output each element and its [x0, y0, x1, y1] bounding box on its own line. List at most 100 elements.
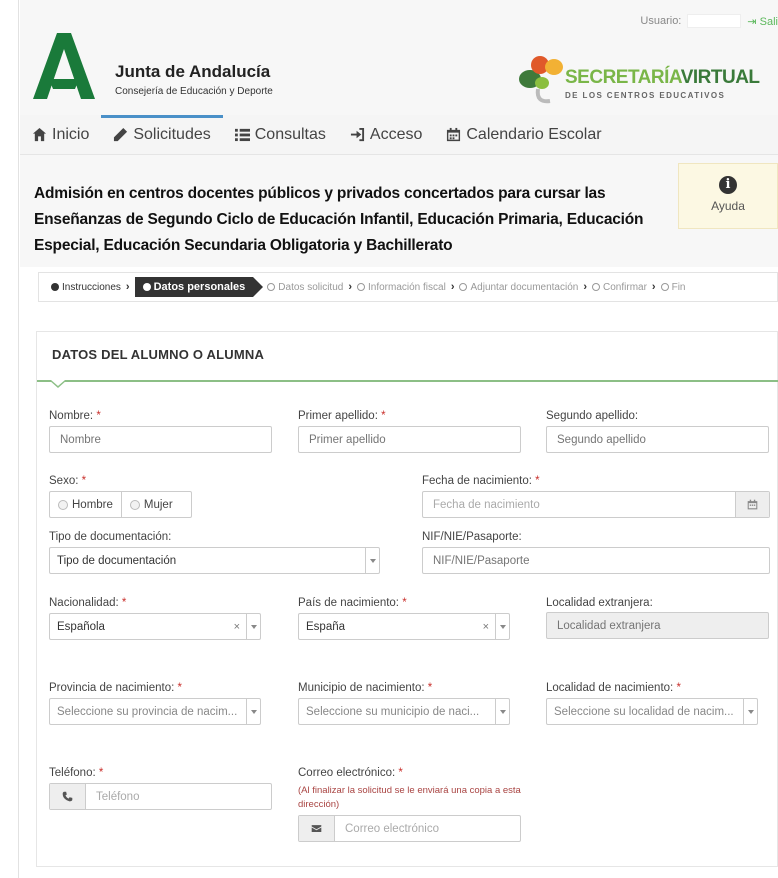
step-adjuntar-documentacion: Adjuntar documentación	[459, 282, 578, 293]
secretaria-virtual-subtitle: DE LOS CENTROS EDUCATIVOS	[565, 91, 726, 100]
nombre-input[interactable]	[49, 426, 272, 453]
localidad-nacimiento-value: Seleccione su localidad de nacim...	[554, 705, 734, 718]
clear-icon[interactable]: ×	[228, 621, 246, 633]
required-mark: *	[676, 682, 681, 694]
nav-item-consultas[interactable]: Consultas	[223, 115, 338, 155]
step-datos-personales: Datos personales	[134, 277, 263, 297]
calendar-icon[interactable]	[735, 492, 769, 517]
sexo-label-text: Sexo:	[49, 475, 79, 487]
localidad-extranjera-label: Localidad extranjera:	[546, 597, 653, 609]
org-subtitle: Consejería de Educación y Deporte	[115, 86, 273, 97]
step-label: Datos personales	[153, 281, 246, 293]
step-label: Confirmar	[603, 281, 647, 293]
tipo-documentacion-label: Tipo de documentación:	[49, 531, 172, 543]
tipo-documentacion-select[interactable]: Tipo de documentación	[49, 547, 380, 574]
fecha-nacimiento-placeholder: Fecha de nacimiento	[433, 498, 540, 511]
telefono-field[interactable]: Teléfono	[49, 783, 272, 810]
required-mark: *	[381, 410, 386, 422]
junta-andalucia-logo-icon[interactable]	[33, 33, 95, 99]
sexo-mujer-radio[interactable]: Mujer	[120, 492, 181, 517]
segundo-apellido-input[interactable]	[546, 426, 769, 453]
segundo-apellido-label: Segundo apellido:	[546, 410, 639, 422]
section-title: DATOS DEL ALUMNO O ALUMNA	[52, 347, 265, 362]
exit-icon: ⇥	[747, 15, 760, 28]
sign-in-icon	[350, 127, 364, 142]
nav-item-acceso[interactable]: Acceso	[338, 115, 434, 155]
chevron-right-icon: ›	[125, 281, 130, 293]
fecha-nacimiento-label-text: Fecha de nacimiento:	[422, 475, 532, 487]
chevron-down-icon	[495, 614, 509, 639]
user-label: Usuario:	[640, 15, 682, 27]
page-border	[18, 0, 19, 878]
required-mark: *	[402, 597, 407, 609]
provincia-nacimiento-label: Provincia de nacimiento: *	[49, 682, 182, 694]
sexo-hombre-radio[interactable]: Hombre	[50, 492, 121, 517]
chevron-down-icon	[743, 699, 757, 724]
nacionalidad-label: Nacionalidad: *	[49, 597, 126, 609]
provincia-nacimiento-select[interactable]: Seleccione su provincia de nacim...	[49, 698, 261, 725]
fecha-nacimiento-label: Fecha de nacimiento: *	[422, 475, 540, 487]
step-datos-solicitud: Datos solicitud	[267, 282, 343, 293]
municipio-nacimiento-value: Seleccione su municipio de naci...	[306, 705, 480, 718]
pais-nacimiento-label: País de nacimiento: *	[298, 597, 407, 609]
panel-header: DATOS DEL ALUMNO O ALUMNA	[37, 332, 778, 382]
clear-icon[interactable]: ×	[477, 621, 495, 633]
required-mark: *	[98, 767, 104, 779]
step-informacion-fiscal: Información fiscal	[357, 282, 446, 293]
step-fin: Fin	[660, 281, 686, 293]
help-button[interactable]: i Ayuda	[678, 163, 778, 229]
circle-icon	[459, 283, 468, 291]
correo-label-text: Correo electrónico:	[298, 767, 396, 779]
provincia-nacimiento-value: Seleccione su provincia de nacim...	[57, 705, 238, 718]
user-name-field	[687, 14, 742, 28]
required-mark: *	[96, 410, 101, 422]
radio-label: Hombre	[72, 498, 113, 511]
secretaria-virtual-title: SECRETARÍAVIRTUAL	[565, 67, 760, 89]
pencil-icon	[114, 127, 128, 142]
list-icon	[234, 128, 250, 142]
secretaria-virtual-logo-icon[interactable]	[516, 53, 568, 107]
home-icon	[32, 127, 47, 142]
correo-field[interactable]: Correo electrónico	[298, 815, 521, 842]
sv-title-part-b: VIRTUAL	[680, 67, 760, 88]
circle-icon	[357, 283, 365, 291]
sexo-radio-group: Hombre Mujer	[49, 491, 192, 518]
nombre-label-text: Nombre:	[49, 410, 94, 422]
student-data-panel: DATOS DEL ALUMNO O ALUMNA Nombre: * Prim…	[36, 331, 778, 867]
correo-note: (Al finalizar la solicitud se le enviará…	[298, 785, 521, 810]
localidad-nacimiento-select[interactable]: Seleccione su localidad de nacim...	[546, 698, 758, 725]
fecha-nacimiento-field[interactable]: Fecha de nacimiento	[422, 491, 770, 518]
provincia-nacimiento-label-text: Provincia de nacimiento:	[49, 682, 175, 694]
exit-link[interactable]: ⇥ Sali	[747, 15, 778, 28]
municipio-nacimiento-select[interactable]: Seleccione su municipio de naci...	[298, 698, 510, 725]
telefono-label: Teléfono: *	[49, 767, 103, 779]
primer-apellido-label-text: Primer apellido:	[298, 410, 378, 422]
nav-item-label: Consultas	[254, 125, 326, 143]
nav-item-solicitudes[interactable]: Solicitudes	[101, 114, 224, 155]
chevron-right-icon: ›	[450, 281, 455, 293]
chevron-down-icon	[365, 548, 379, 573]
correo-placeholder: Correo electrónico	[345, 822, 439, 835]
step-instrucciones[interactable]: Instrucciones	[51, 282, 121, 293]
nav-item-calendario[interactable]: Calendario Escolar	[434, 115, 613, 155]
nacionalidad-select[interactable]: Española ×	[49, 613, 261, 640]
nav-item-inicio[interactable]: Inicio	[20, 115, 101, 155]
nif-input[interactable]	[422, 547, 770, 574]
step-label: Fin	[671, 281, 686, 293]
nif-label: NIF/NIE/Pasaporte:	[422, 531, 522, 543]
radio-circle-icon	[129, 499, 140, 510]
correo-label: Correo electrónico: *	[298, 767, 403, 779]
telefono-label-text: Teléfono:	[49, 767, 96, 779]
circle-icon	[660, 283, 669, 291]
primer-apellido-input[interactable]	[298, 426, 521, 453]
phone-icon	[50, 784, 86, 809]
pais-nacimiento-select[interactable]: España ×	[298, 613, 510, 640]
chevron-down-icon	[495, 699, 509, 724]
required-mark: *	[177, 682, 182, 694]
telefono-placeholder: Teléfono	[96, 790, 140, 803]
main-nav: Inicio Solicitudes Consultas Acceso Cale…	[20, 114, 778, 155]
required-mark: *	[398, 767, 403, 779]
page: Usuario: ⇥ Sali Junta de Andalucía Conse…	[0, 0, 778, 878]
user-bar: Usuario: ⇥ Sali	[640, 14, 778, 28]
radio-label: Mujer	[143, 498, 173, 511]
